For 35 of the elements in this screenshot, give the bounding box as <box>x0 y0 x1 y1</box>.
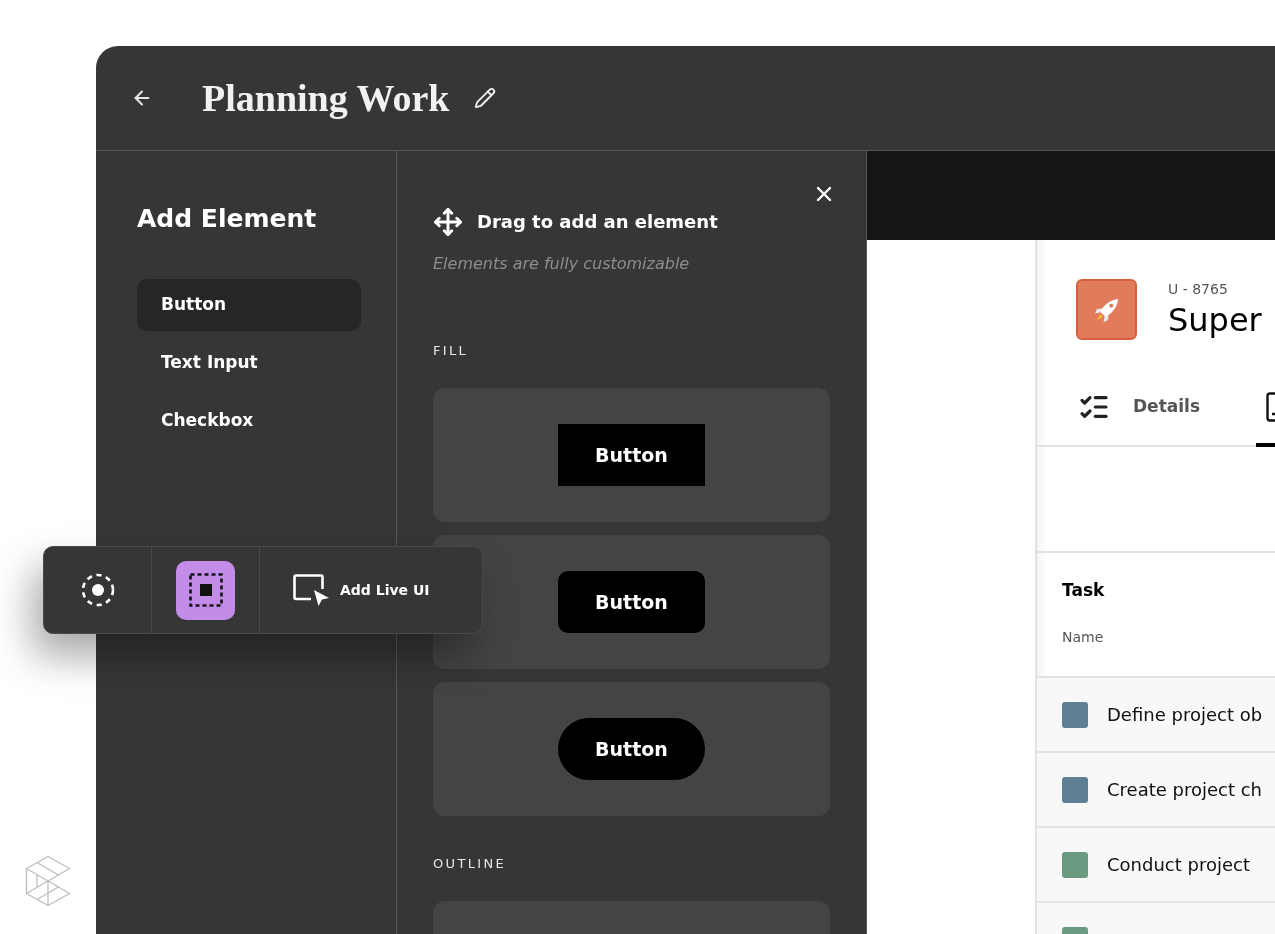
selection-frame-icon <box>188 573 223 607</box>
element-type-item[interactable]: Checkbox <box>137 395 361 447</box>
screen-cursor-icon <box>292 573 330 607</box>
record-code: U - 8765 <box>1168 280 1229 298</box>
sample-button[interactable]: Button <box>558 571 705 633</box>
task-name: Create project ch <box>1107 777 1263 802</box>
section-label: FILL <box>433 343 469 359</box>
element-type-item[interactable]: Text Input <box>137 337 361 389</box>
sample-button[interactable]: Button <box>558 718 705 780</box>
edit-title-button[interactable] <box>473 86 498 110</box>
preview-card[interactable]: Button <box>433 682 830 816</box>
window-title: Planning Work <box>202 76 450 121</box>
task-row[interactable]: Define project ob <box>1037 678 1275 753</box>
logo-icon <box>25 855 71 907</box>
rocket-icon <box>1076 279 1137 340</box>
tool-button[interactable] <box>176 560 235 620</box>
task-name: Define project ob <box>1107 702 1263 727</box>
record-title: Super <box>1168 301 1262 339</box>
preview-card[interactable]: Button <box>433 535 830 669</box>
task-row[interactable]: Create project ch <box>1037 753 1275 828</box>
sample-button[interactable]: Button <box>558 424 705 486</box>
task-name: Conduct project <box>1107 852 1250 877</box>
panel-subtitle: Elements are fully customizable <box>433 253 690 275</box>
table-title: Task <box>1062 579 1105 602</box>
dashed-circle-icon <box>80 573 115 607</box>
panel-title: Add Element <box>137 203 317 235</box>
task-row[interactable]: Conduct project <box>1037 828 1275 903</box>
preview-card[interactable]: Button <box>433 388 830 522</box>
panel-heading: Drag to add an element <box>477 210 718 234</box>
pencil-icon <box>474 87 497 109</box>
section-label: OUTLINE <box>433 856 507 872</box>
tab[interactable]: Details <box>1078 370 1200 447</box>
column-header: Name <box>1062 628 1104 647</box>
element-type-item[interactable]: Button <box>137 279 361 331</box>
move-arrows-icon <box>433 207 463 237</box>
